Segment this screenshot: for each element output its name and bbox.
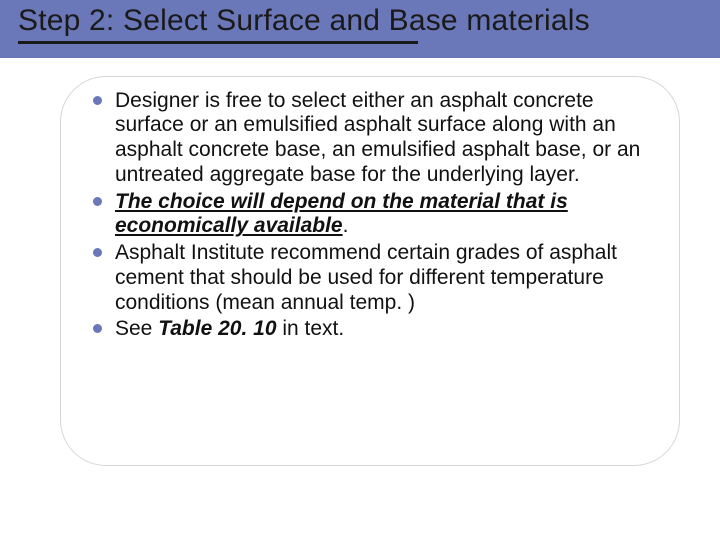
bullet-list: Designer is free to select either an asp…: [89, 89, 651, 343]
slide-title: Step 2: Select Surface and Base material…: [18, 4, 702, 39]
bullet-icon: [93, 324, 102, 333]
list-item-text: Asphalt Institute recommend certain grad…: [115, 241, 617, 314]
slide: Step 2: Select Surface and Base material…: [0, 0, 720, 540]
list-item: See Table 20. 10 in text.: [89, 317, 651, 342]
list-item: Designer is free to select either an asp…: [89, 89, 651, 188]
list-item-text: Designer is free to select either an asp…: [115, 89, 640, 186]
list-item-text: The choice will depend on the material t…: [115, 190, 568, 238]
bullet-icon: [93, 96, 102, 105]
content-card: Designer is free to select either an asp…: [60, 76, 680, 466]
list-item-trail: in text.: [277, 317, 345, 340]
bullet-icon: [93, 248, 102, 257]
list-item: Asphalt Institute recommend certain grad…: [89, 241, 651, 315]
slide-body: Designer is free to select either an asp…: [0, 58, 720, 540]
list-item: The choice will depend on the material t…: [89, 190, 651, 240]
slide-header: Step 2: Select Surface and Base material…: [0, 0, 720, 58]
header-spacer: [0, 44, 720, 58]
list-item-lead: See: [115, 317, 158, 340]
list-item-trail: .: [343, 214, 349, 237]
list-item-ref: Table 20. 10: [158, 317, 276, 340]
bullet-icon: [93, 197, 102, 206]
